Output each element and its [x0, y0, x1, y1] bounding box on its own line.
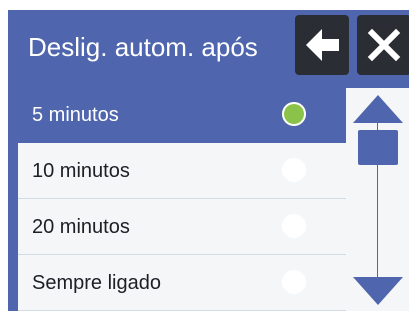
triangle-down-icon	[353, 277, 403, 305]
arrow-left-icon	[306, 29, 339, 61]
triangle-up-icon	[353, 95, 403, 123]
dialog-title: Deslig. autom. após	[28, 32, 258, 62]
close-button[interactable]	[357, 15, 409, 75]
list-item[interactable]: 5 minutos	[18, 88, 346, 143]
radio-indicator[interactable]	[282, 270, 306, 294]
options-panel: 5 minutos 10 minutos 20 minutos Sempre l…	[8, 84, 409, 311]
scroll-down-button[interactable]	[350, 274, 406, 308]
auto-off-dialog: Deslig. autom. após 5 minutos 10 minutos…	[0, 0, 409, 311]
options-list: 5 minutos 10 minutos 20 minutos Sempre l…	[18, 88, 346, 311]
list-item[interactable]: Sempre ligado	[18, 256, 346, 311]
scrollbar[interactable]	[346, 88, 409, 311]
scroll-thumb[interactable]	[358, 130, 398, 165]
back-button[interactable]	[295, 15, 349, 75]
option-label: 20 minutos	[32, 216, 130, 238]
option-label: 10 minutos	[32, 160, 130, 182]
scroll-up-button[interactable]	[350, 92, 406, 126]
dialog-header: Deslig. autom. após	[8, 10, 409, 84]
option-label: Sempre ligado	[32, 272, 161, 294]
list-item[interactable]: 20 minutos	[18, 200, 346, 255]
radio-indicator[interactable]	[282, 102, 306, 126]
radio-indicator[interactable]	[282, 214, 306, 238]
close-icon	[367, 28, 401, 62]
option-label: 5 minutos	[32, 104, 119, 126]
list-item[interactable]: 10 minutos	[18, 144, 346, 199]
radio-indicator[interactable]	[282, 158, 306, 182]
